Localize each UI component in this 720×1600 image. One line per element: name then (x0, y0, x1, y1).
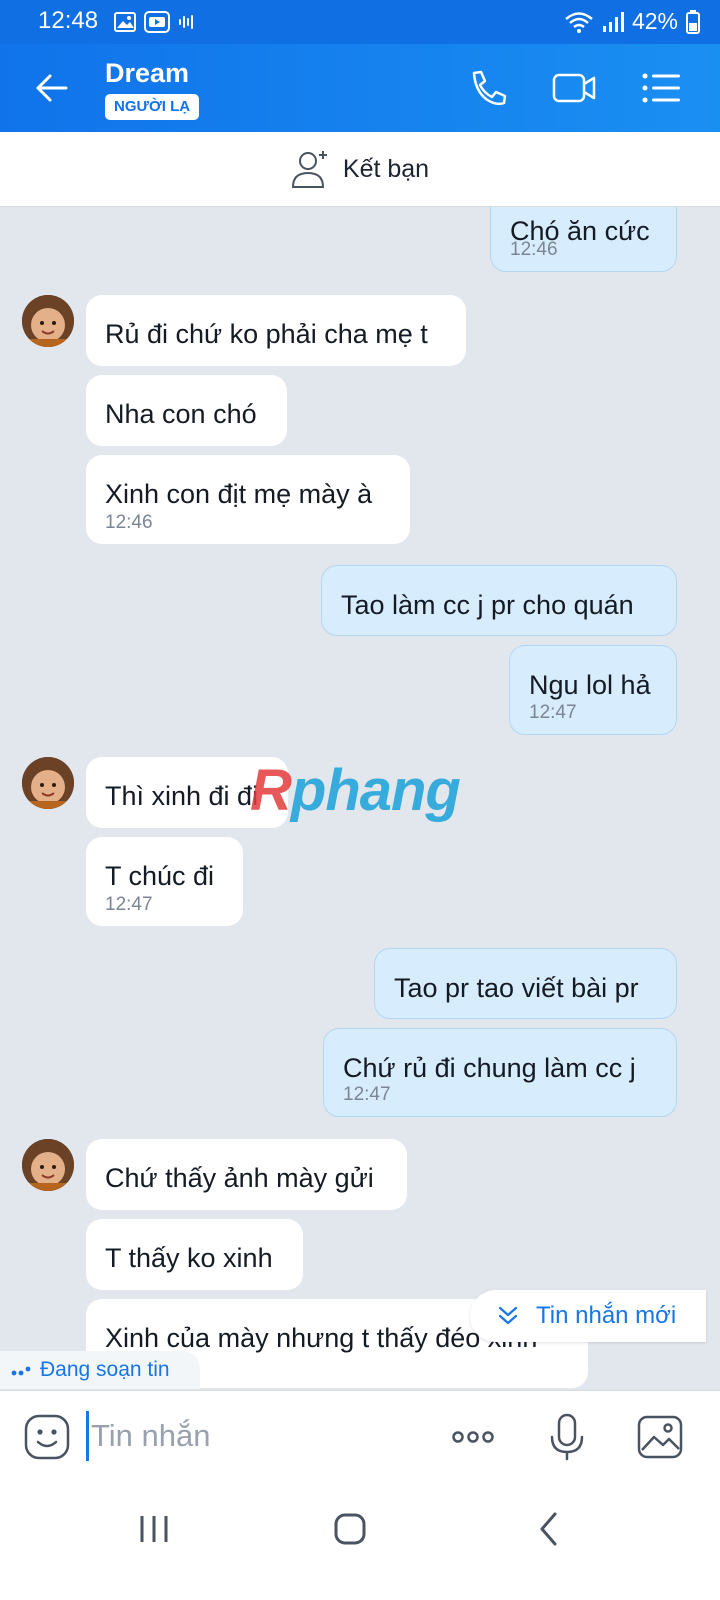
contact-avatar[interactable] (22, 757, 74, 809)
watermark-first-letter: R (250, 758, 292, 823)
typing-indicator: Đang soạn tin (0, 1351, 200, 1389)
double-chevron-down-icon (498, 1306, 518, 1325)
message-text: Tao pr tao viết bài pr (394, 973, 639, 1003)
menu-list-icon[interactable] (640, 68, 684, 108)
incoming-message[interactable]: T chúc đi 12:47 (86, 837, 243, 926)
message-text: T chúc đi (105, 861, 215, 891)
add-friend-icon (291, 151, 327, 188)
incoming-message[interactable]: Xinh con địt mẹ mày à 12:46 (86, 455, 410, 544)
video-call-icon[interactable] (552, 68, 596, 108)
phone-call-icon[interactable] (466, 68, 510, 108)
message-text: Chứ thấy ảnh mày gửi (105, 1163, 374, 1193)
contact-name[interactable]: Dream (105, 58, 189, 89)
message-time: 12:47 (529, 702, 577, 723)
new-messages-button[interactable]: Tin nhắn mới (470, 1290, 706, 1342)
add-friend-button[interactable]: Kết bạn (0, 132, 720, 207)
home-icon[interactable] (320, 1504, 380, 1554)
stranger-badge: NGƯỜI LẠ (105, 94, 200, 120)
incoming-message[interactable]: Nha con chó (86, 375, 287, 446)
message-time: 12:46 (105, 512, 153, 533)
back-nav-icon[interactable] (518, 1504, 578, 1554)
gallery-notification-icon (114, 12, 136, 32)
recent-apps-icon[interactable] (124, 1504, 184, 1554)
message-text: Chứ rủ đi chung làm cc j (343, 1053, 636, 1083)
incoming-message[interactable]: Rủ đi chứ ko phải cha mẹ t (86, 295, 466, 366)
outgoing-message[interactable]: Chứ rủ đi chung làm cc j 12:47 (323, 1028, 677, 1117)
battery-icon (686, 9, 700, 34)
typing-dots-icon (11, 1366, 31, 1376)
message-text: Thì xinh đi đi (105, 781, 259, 811)
avatar-image (22, 295, 74, 347)
contact-avatar[interactable] (22, 295, 74, 347)
outgoing-message[interactable]: Tao pr tao viết bài pr (374, 948, 677, 1019)
chat-message-list[interactable]: Chó ăn cức 12:46 Rủ đi chứ ko phải cha m… (0, 207, 720, 1390)
signal-icon (602, 11, 624, 32)
status-bar: 12:48 42% (0, 0, 720, 44)
chat-header: Dream NGƯỜI LẠ (0, 44, 720, 132)
outgoing-message[interactable]: Ngu lol hả 12:47 (509, 645, 677, 735)
message-time: 12:47 (343, 1084, 391, 1105)
watermark-rest: phang (290, 758, 461, 823)
status-time: 12:48 (38, 7, 99, 34)
message-text: T thấy ko xinh (105, 1243, 273, 1273)
wifi-icon (565, 11, 593, 33)
avatar-image (22, 757, 74, 809)
message-text: Ngu lol hả (529, 670, 651, 700)
message-text: Xinh con địt mẹ mày à (105, 479, 373, 509)
message-time: 12:47 (105, 894, 153, 915)
message-time: 12:46 (510, 239, 558, 260)
message-input[interactable] (86, 1411, 426, 1461)
new-messages-label: Tin nhắn mới (536, 1302, 677, 1329)
message-text: Rủ đi chứ ko phải cha mẹ t (105, 319, 428, 349)
outgoing-message[interactable]: Tao làm cc j pr cho quán (321, 565, 677, 636)
system-nav-bar (0, 1482, 720, 1600)
incoming-message[interactable]: T thấy ko xinh (86, 1219, 303, 1290)
notification-icons (114, 11, 196, 33)
avatar-image (22, 1139, 74, 1191)
video-app-notification-icon (144, 11, 170, 33)
audio-notification-icon (179, 15, 193, 29)
message-text: Nha con chó (105, 399, 257, 429)
system-status-icons: 42% (564, 8, 700, 35)
outgoing-message[interactable]: Chó ăn cức 12:46 (490, 207, 677, 272)
message-text: Tao làm cc j pr cho quán (341, 590, 634, 620)
composer-bar (0, 1390, 720, 1482)
watermark-logo: Rphang (250, 757, 461, 824)
add-friend-label: Kết bạn (342, 154, 430, 183)
emoji-sticker-icon[interactable] (23, 1413, 71, 1461)
microphone-icon[interactable] (543, 1413, 591, 1461)
more-options-icon[interactable] (449, 1413, 497, 1461)
typing-label: Đang soạn tin (40, 1358, 170, 1381)
image-gallery-icon[interactable] (636, 1413, 684, 1461)
incoming-message[interactable]: Chứ thấy ảnh mày gửi (86, 1139, 407, 1210)
contact-avatar[interactable] (22, 1139, 74, 1191)
battery-percent: 42% (631, 8, 678, 34)
back-arrow-icon[interactable] (32, 68, 72, 108)
